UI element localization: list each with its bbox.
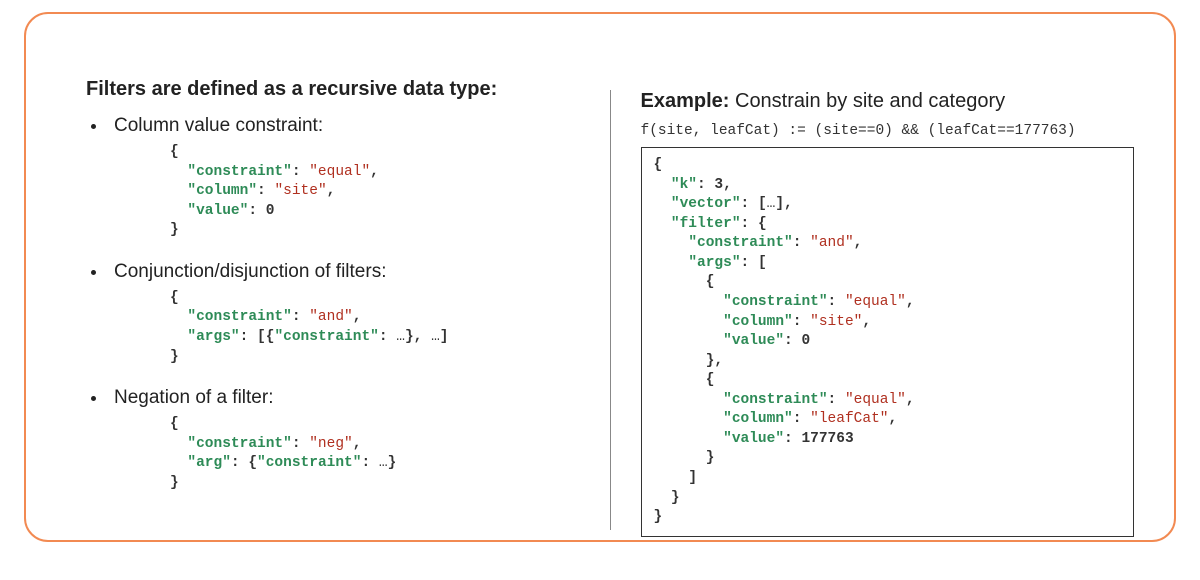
bullet-label: Column value constraint: [114,115,323,136]
bullet-item: Column value constraint: { "constraint":… [108,115,580,241]
right-heading: Example: Constrain by site and category [641,90,1135,113]
heading-bold: Example: [641,90,730,112]
bullet-label: Negation of a filter: [114,387,273,408]
example-block: { "k": 3, "vector": […], "filter": { "co… [641,147,1135,537]
code-block: { "constraint": "neg", "arg": {"constrai… [170,415,580,493]
code-block: { "constraint": "and", "args": [{"constr… [170,289,580,367]
bullet-list: Column value constraint: { "constraint":… [86,115,580,493]
bullet-label: Conjunction/disjunction of filters: [114,261,386,282]
code-block: { "constraint": "equal", "column": "site… [170,143,580,241]
left-heading: Filters are defined as a recursive data … [86,78,580,101]
bullet-item: Conjunction/disjunction of filters: { "c… [108,261,580,367]
right-column: Example: Constrain by site and category … [610,90,1135,530]
left-column: Filters are defined as a recursive data … [86,78,610,524]
formula-line: f(site, leafCat) := (site==0) && (leafCa… [641,123,1135,139]
bullet-item: Negation of a filter: { "constraint": "n… [108,387,580,493]
slide-card: Filters are defined as a recursive data … [24,12,1176,542]
two-column-layout: Filters are defined as a recursive data … [26,14,1174,540]
heading-rest: Constrain by site and category [729,90,1005,112]
